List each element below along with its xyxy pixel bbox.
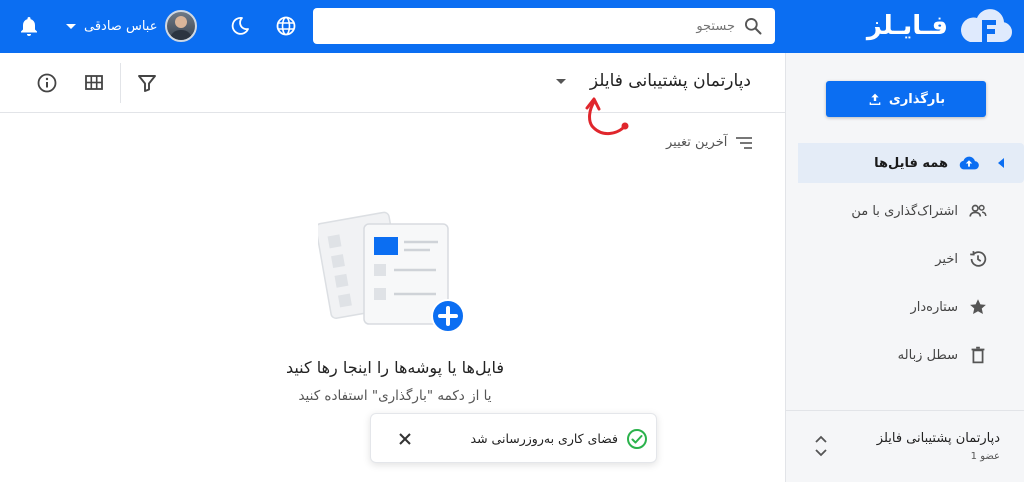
empty-folder-illustration (318, 211, 465, 333)
grid-view-icon[interactable] (82, 71, 106, 95)
search-bar[interactable] (313, 8, 775, 44)
upload-button-label: بارگذاری (888, 91, 946, 107)
sidebar-item-trash[interactable]: سطل زباله (798, 331, 1024, 379)
page-title[interactable]: دپارتمان پشتیبانی فایلز (590, 71, 751, 91)
logo[interactable]: فـایـلز (867, 6, 1014, 46)
history-icon (970, 251, 987, 267)
sidebar-item-all-files[interactable]: همه فایل‌ها (798, 143, 1024, 183)
sidebar-item-label: اخیر (935, 251, 958, 267)
sidebar: بارگذاری همه فایل‌ها اشتراک‌گذاری با من (785, 53, 1024, 482)
trash-icon (971, 346, 985, 364)
team-member-count: 1 عضو (970, 451, 1000, 462)
empty-state-subtitle: یا از دکمه "بارگذاری" استفاده کنید (298, 388, 492, 404)
filter-icon[interactable] (135, 71, 159, 95)
sort-icon (736, 136, 753, 149)
upload-icon (869, 93, 881, 105)
bell-icon[interactable] (17, 14, 41, 38)
active-indicator-icon (998, 158, 1004, 168)
info-icon[interactable] (35, 71, 59, 95)
check-circle-icon (627, 429, 647, 449)
sidebar-item-label: همه فایل‌ها (874, 155, 948, 171)
logo-text: فـایـلز (866, 11, 948, 41)
sidebar-item-recent[interactable]: اخیر (798, 235, 1024, 283)
user-name: عباس صادقی (84, 18, 158, 34)
user-menu[interactable]: عباس صادقی (66, 10, 198, 42)
content-header: دپارتمان پشتیبانی فایلز (0, 53, 785, 113)
team-name: دپارتمان پشتیبانی فایلز (876, 431, 1000, 446)
upload-button[interactable]: بارگذاری (826, 81, 986, 117)
logo-cloud-icon (961, 9, 1013, 43)
sidebar-item-starred[interactable]: ستاره‌دار (798, 283, 1024, 331)
star-icon (970, 299, 986, 315)
annotation-arrow-icon (585, 97, 629, 135)
search-input[interactable] (335, 18, 735, 34)
team-switcher[interactable]: دپارتمان پشتیبانی فایلز 1 عضو (786, 410, 1024, 482)
toast-notification: فضای کاری به‌روزرسانی شد (370, 413, 657, 463)
close-icon[interactable] (397, 431, 413, 447)
search-icon (745, 18, 762, 35)
toast-message: فضای کاری به‌روزرسانی شد (470, 431, 618, 446)
chevron-down-icon (66, 23, 76, 29)
divider (120, 63, 121, 103)
sidebar-nav: همه فایل‌ها اشتراک‌گذاری با من اخیر ست (798, 143, 1024, 379)
empty-state-title: فایل‌ها یا پوشه‌ها را اینجا رها کنید (285, 358, 505, 377)
sort-label: آخرین تغییر (666, 135, 728, 150)
sidebar-item-label: اشتراک‌گذاری با من (851, 203, 958, 219)
dark-mode-icon[interactable] (228, 14, 252, 38)
avatar (165, 10, 198, 42)
people-icon (969, 204, 987, 217)
unfold-icon (815, 435, 827, 457)
sidebar-item-label: ستاره‌دار (910, 299, 958, 315)
sidebar-item-label: سطل زباله (897, 347, 958, 363)
top-bar: فـایـلز عباس صادقی (0, 0, 1024, 53)
sort-control[interactable]: آخرین تغییر (666, 135, 753, 150)
sidebar-item-shared[interactable]: اشتراک‌گذاری با من (798, 187, 1024, 235)
globe-icon[interactable] (274, 14, 298, 38)
chevron-down-icon[interactable] (556, 79, 566, 84)
cloud-upload-icon (959, 156, 979, 170)
